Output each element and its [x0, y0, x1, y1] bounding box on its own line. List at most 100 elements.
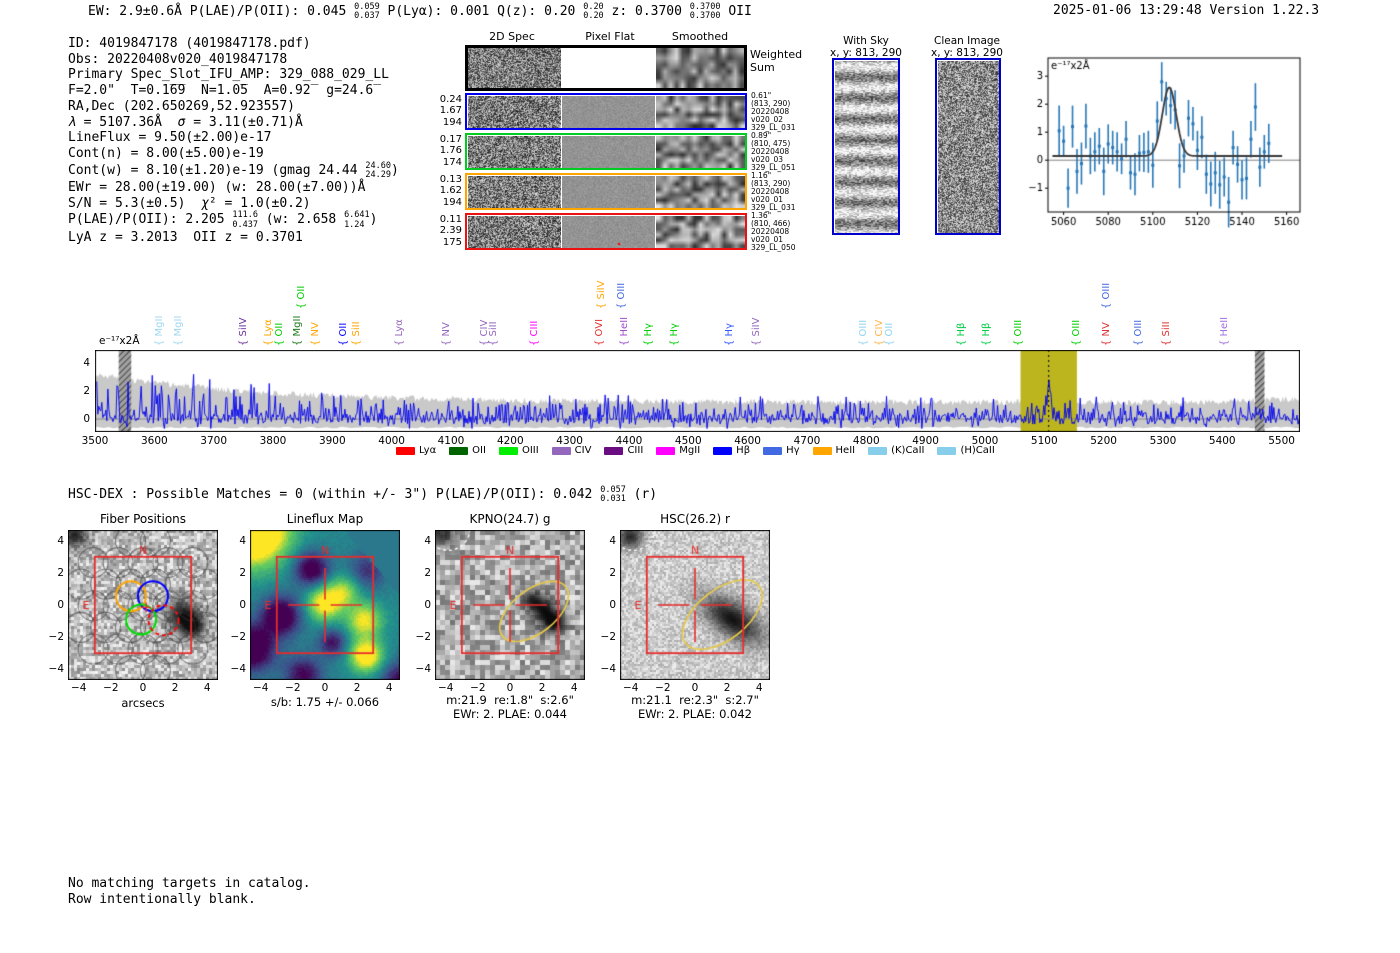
hsc-dex-match-line: HSC-DEX : Possible Matches = 0 (within +…	[68, 485, 658, 505]
y-tick-label: 2	[83, 385, 90, 397]
line-label-OII: { OII	[273, 322, 285, 346]
y-tick-label: −2	[230, 631, 246, 644]
line-label-Hγ: { Hγ	[668, 323, 680, 346]
legend-swatch	[763, 446, 783, 455]
row-2dspec-image	[467, 95, 561, 128]
row-smoothed-image	[655, 175, 745, 208]
row-pixelflat-image	[561, 135, 655, 168]
line-label-NV: { NV	[309, 322, 321, 346]
panel-title-kpno: KPNO(24.7) g	[469, 512, 551, 526]
panel-image-kpno	[435, 530, 585, 680]
info-line-2: Obs: 20220408v020_4019847178	[68, 51, 288, 67]
line-label-MgII: { MgII	[153, 315, 165, 346]
y-tick-label: 2	[239, 566, 246, 579]
line-label-SiII: { SiII	[1160, 321, 1172, 346]
x-tick-label: 2	[353, 682, 361, 694]
x-tick-label: −2	[103, 682, 119, 694]
line-label-OIII: { OIII	[1071, 319, 1083, 346]
legend-label: HeII	[835, 445, 856, 456]
info-line-1: ID: 4019847178 (4019847178.pdf)	[68, 36, 311, 51]
line-label-OIII: { OIII	[858, 319, 870, 346]
line-label-CIII: { CIII	[528, 320, 540, 346]
stacked-uncertainty: 0.3700 0.3700	[689, 2, 721, 22]
footer-line-2: Row intentionally blank.	[68, 891, 256, 907]
x-tick-label: 0	[139, 682, 147, 694]
panel-caption2-hsc: EWr: 2. PLAE: 0.042	[638, 707, 752, 721]
row-weight-values: 0.11 2.39 175	[439, 214, 462, 248]
legend-label: (H)CaII	[960, 445, 995, 456]
legend-item-HeII: HeII	[812, 445, 856, 456]
panel-xlabel-fiber: arcsecs	[121, 696, 165, 710]
legend-item-CIII: CIII	[604, 445, 643, 456]
line-label-SiIV: { SiIV	[238, 317, 250, 346]
line-label-OII: { OII	[337, 322, 349, 346]
x-tick-label: 3900	[318, 435, 346, 447]
y-tick-label: −4	[48, 663, 64, 676]
legend-label: Hβ	[736, 445, 751, 456]
y-tick-label: −2	[48, 631, 64, 644]
line-label-HeII: { HeII	[619, 316, 631, 346]
stacked-uncertainty: 6.641 1.24	[344, 210, 370, 230]
legend-label: OIII	[521, 445, 539, 456]
line-label-OIII: { OIII	[1100, 282, 1112, 309]
stacked-uncertainty: 0.059 0.037	[354, 2, 380, 22]
line-label-MgII: { MgII	[172, 315, 184, 346]
row-weight-values: 0.24 1.67 194	[439, 94, 462, 128]
line-label-Hβ: { Hβ	[980, 322, 992, 346]
legend-swatch	[868, 446, 888, 455]
line-label-OIII: { OIII	[1132, 319, 1144, 346]
line-label-HeII: { HeII	[1218, 316, 1230, 346]
stacked-uncertainty: 24.60 24.29	[365, 160, 392, 180]
row-fiber-details: 1.16" (813, 290) 20220408 v020_01 329_LL_031	[751, 171, 796, 212]
line-label-NV: { NV	[441, 322, 453, 346]
legend-swatch	[713, 446, 733, 455]
row-smoothed-image	[655, 135, 745, 168]
x-tick-label: −2	[285, 682, 301, 694]
x-tick-label: 3600	[140, 435, 168, 447]
panel-caption1-hsc: m:21.1 re:2.3" s:2.7"	[631, 693, 759, 707]
legend-label: Hγ	[786, 445, 800, 456]
legend-label: OII	[472, 445, 486, 456]
stacked-uncertainty: 0.057 0.031	[600, 485, 626, 505]
info-line-3: Primary Spec_Slot_IFU_AMP: 329_088_029_L…	[68, 67, 389, 83]
y-tick-label: −2	[415, 631, 431, 644]
stacked-uncertainty: 0.20 0.20	[583, 2, 604, 22]
line-label-Hγ: { Hγ	[642, 323, 654, 346]
datetime-version: 2025-01-06 13:29:48 Version 1.22.3	[1053, 3, 1320, 18]
line-label-Hγ: { Hγ	[724, 323, 736, 346]
legend-label: MgII	[679, 445, 701, 456]
with-sky-image	[834, 60, 898, 233]
y-tick-label: −4	[230, 663, 246, 676]
elixer-report-page: EW: 2.9±0.6Å P(LAE)/P(OII): 0.045 0.059 0…	[0, 0, 1400, 953]
main-spectrum-unit-label: e⁻¹⁷x2Å	[99, 335, 140, 347]
x-tick-label: 4	[203, 682, 211, 694]
legend-item-(H)CaII: (H)CaII	[937, 445, 995, 456]
legend-swatch	[812, 446, 832, 455]
line-label-Lyα: { Lyα	[263, 319, 275, 346]
legend-swatch	[498, 446, 518, 455]
y-tick-label: 0	[239, 599, 246, 611]
col-header-smoothed: Smoothed	[671, 30, 729, 43]
legend-label: Lyα	[419, 445, 437, 456]
y-tick-label: −4	[600, 663, 616, 676]
line-legend: Lyα OII OIII CIV CIII MgII Hβ Hγ HeII (K)CaII (H)C…	[396, 445, 1036, 456]
legend-swatch	[656, 446, 676, 455]
line-label-OII: { OII	[296, 285, 308, 309]
y-tick-label: −2	[600, 631, 616, 644]
y-tick-label: 2	[424, 566, 431, 579]
row-2dspec-image	[467, 215, 561, 248]
y-tick-label: −4	[415, 663, 431, 676]
legend-swatch	[396, 446, 415, 455]
legend-item-Lyα: Lyα	[396, 445, 436, 456]
line-label-SiII: { SiII	[350, 321, 362, 346]
footer-line-1: No matching targets in catalog.	[68, 876, 311, 891]
full-spectrum-plot	[95, 350, 1300, 432]
x-tick-label: 3500	[81, 435, 109, 447]
legend-swatch	[937, 446, 957, 455]
y-tick-label: 0	[83, 413, 90, 425]
legend-item-CIV: CIV	[551, 445, 591, 456]
y-tick-label: 4	[239, 534, 246, 547]
row-weight-values: 0.13 1.62 194	[439, 174, 462, 208]
y-tick-label: 2	[57, 566, 64, 579]
line-label-OVI: { OVI	[594, 318, 606, 346]
